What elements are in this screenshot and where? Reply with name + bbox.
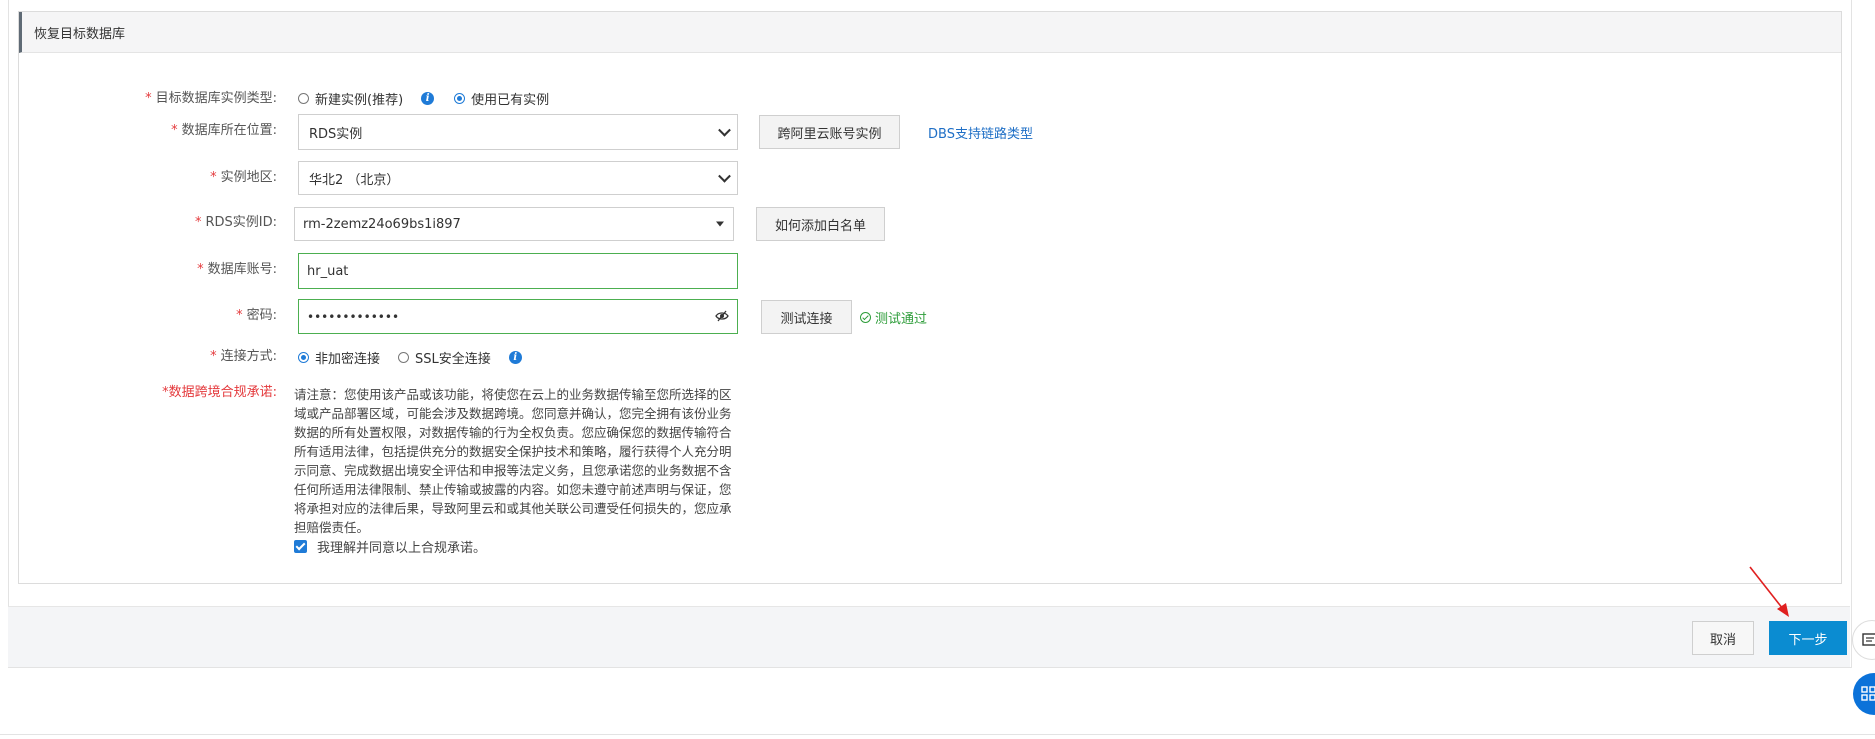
radio-ssl[interactable]: [398, 352, 410, 363]
radio-new-instance-label[interactable]: 新建实例(推荐): [315, 89, 403, 108]
compliance-notice: 请注意：您使用该产品或该功能，将使您在云上的业务数据传输至您所选择的区域或产品部…: [294, 387, 732, 535]
instance-type-label: * 目标数据库实例类型:: [145, 91, 277, 106]
bottom-divider: [0, 734, 1875, 735]
agree-checkbox[interactable]: [294, 540, 307, 553]
instance-type-radio-group: 新建实例(推荐) i 使用已有实例: [298, 89, 549, 108]
radio-unencrypted[interactable]: [298, 352, 309, 363]
radio-new-instance[interactable]: [298, 93, 309, 104]
chevron-down-icon: [718, 123, 731, 137]
annotation-arrow-icon: [1749, 566, 1789, 617]
region-select[interactable]: 华北2 （北京）: [298, 161, 738, 195]
chat-icon: [1862, 633, 1875, 646]
test-connection-button[interactable]: 测试连接: [761, 300, 852, 334]
eye-toggle-icon[interactable]: [715, 309, 729, 323]
cancel-button[interactable]: 取消: [1692, 621, 1754, 655]
next-step-button[interactable]: 下一步: [1769, 621, 1847, 655]
compliance-agree[interactable]: 我理解并同意以上合规承诺。: [294, 537, 486, 556]
db-account-value: hr_uat: [307, 263, 349, 279]
section-title: 恢复目标数据库: [19, 12, 1841, 53]
whitelist-help-button[interactable]: 如何添加白名单: [756, 207, 885, 241]
radio-ssl-label[interactable]: SSL安全连接: [415, 348, 491, 367]
page: TECHLEX 李光亮 TECHLEX 李光亮 TECHLEX 李光亮 TECH…: [0, 0, 1875, 739]
cross-account-button[interactable]: 跨阿里云账号实例: [759, 115, 900, 149]
test-status-text: 测试通过: [875, 312, 928, 327]
radio-unencrypted-label[interactable]: 非加密连接: [315, 348, 380, 367]
chevron-down-icon: [718, 169, 731, 183]
rds-id-select[interactable]: rm-2zemz24o69bs1i897: [294, 207, 734, 241]
compliance-label: *数据跨境合规承诺:: [162, 385, 277, 400]
caret-down-icon: [716, 221, 724, 227]
db-account-label: * 数据库账号:: [197, 262, 277, 277]
test-status: 测试通过: [860, 308, 927, 327]
region-label: * 实例地区:: [210, 170, 277, 185]
db-account-input[interactable]: hr_uat: [298, 253, 738, 289]
radio-existing-instance[interactable]: [454, 93, 466, 104]
apps-float-button[interactable]: [1853, 673, 1875, 715]
agree-text[interactable]: 我理解并同意以上合规承诺。: [317, 537, 486, 556]
db-location-select[interactable]: RDS实例: [298, 114, 738, 150]
password-input[interactable]: •••••••••••••: [298, 299, 738, 334]
connection-radio-group: 非加密连接 SSL安全连接 i: [298, 348, 522, 367]
connection-label: * 连接方式:: [210, 349, 277, 364]
region-value: 华北2 （北京）: [309, 172, 400, 188]
rds-id-label: * RDS实例ID:: [194, 215, 277, 230]
db-location-value: RDS实例: [309, 126, 363, 142]
target-db-section: 恢复目标数据库: [18, 11, 1842, 584]
password-label: * 密码:: [236, 308, 277, 323]
radio-existing-instance-label[interactable]: 使用已有实例: [471, 89, 549, 108]
footer-bar: [8, 606, 1850, 667]
info-icon[interactable]: i: [421, 92, 435, 105]
dbs-link-types-link[interactable]: DBS支持链路类型: [928, 123, 1033, 142]
info-icon[interactable]: i: [508, 351, 522, 364]
feedback-float-button[interactable]: [1852, 620, 1875, 660]
db-location-label: * 数据库所在位置:: [171, 123, 277, 138]
grid-icon: [1861, 686, 1875, 701]
rds-id-value: rm-2zemz24o69bs1i897: [303, 216, 461, 232]
password-value: •••••••••••••: [307, 309, 400, 324]
check-circle-icon: [860, 312, 871, 323]
